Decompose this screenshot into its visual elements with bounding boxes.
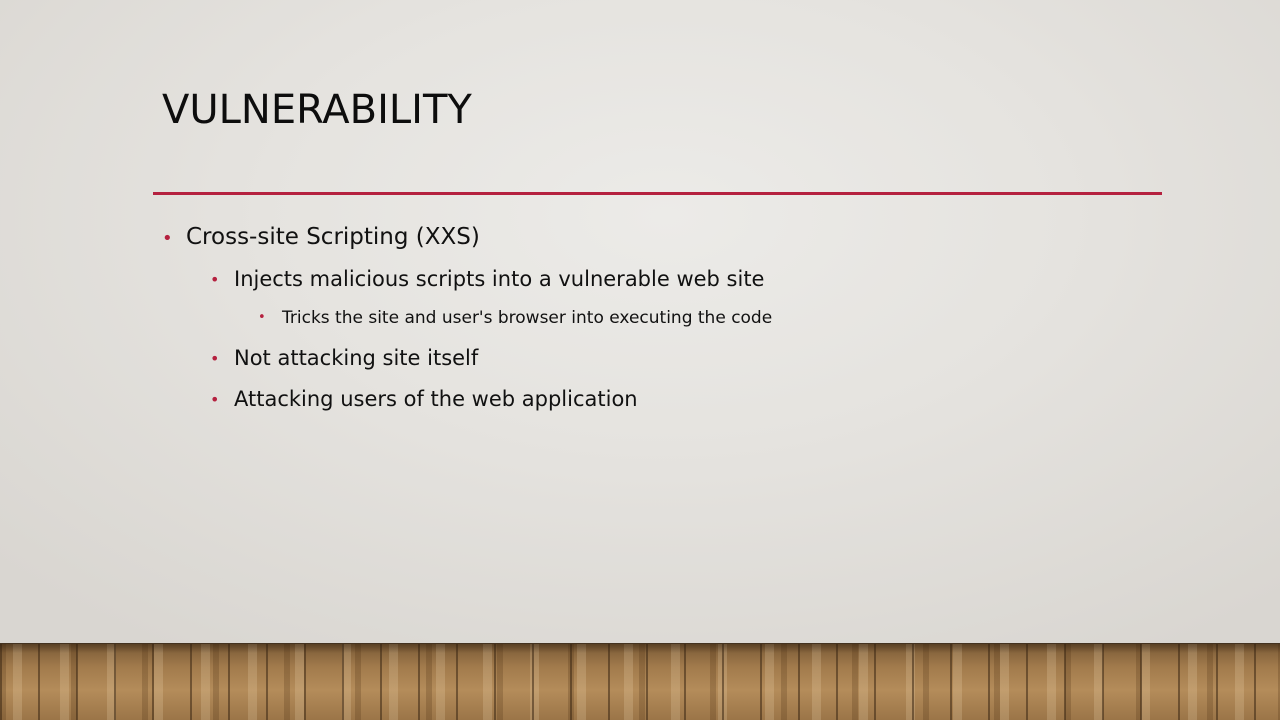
bullet-marker: • <box>258 310 266 325</box>
bullet-item: • Tricks the site and user's browser int… <box>258 306 773 330</box>
bullet-item: • Cross-site Scripting (XXS) <box>162 222 480 252</box>
floor-shadow <box>0 643 1280 653</box>
bullet-marker: • <box>162 228 173 249</box>
bullet-text: Not attacking site itself <box>234 346 479 370</box>
bullet-item: • Injects malicious scripts into a vulne… <box>210 265 765 293</box>
bullet-text: Tricks the site and user's browser into … <box>282 308 773 328</box>
bullet-list: • Cross-site Scripting (XXS) • Injects m… <box>0 0 1280 640</box>
bullet-item: • Not attacking site itself <box>210 344 479 372</box>
bullet-text: Injects malicious scripts into a vulnera… <box>234 267 765 291</box>
slide: Vulnerability • Cross-site Scripting (XX… <box>0 0 1280 720</box>
bullet-marker: • <box>210 270 220 289</box>
bullet-item: • Attacking users of the web application <box>210 385 638 413</box>
bullet-text: Cross-site Scripting (XXS) <box>186 224 480 250</box>
bullet-text: Attacking users of the web application <box>234 387 638 411</box>
bullet-marker: • <box>210 390 220 409</box>
bullet-marker: • <box>210 349 220 368</box>
wood-floor-image <box>0 643 1280 720</box>
